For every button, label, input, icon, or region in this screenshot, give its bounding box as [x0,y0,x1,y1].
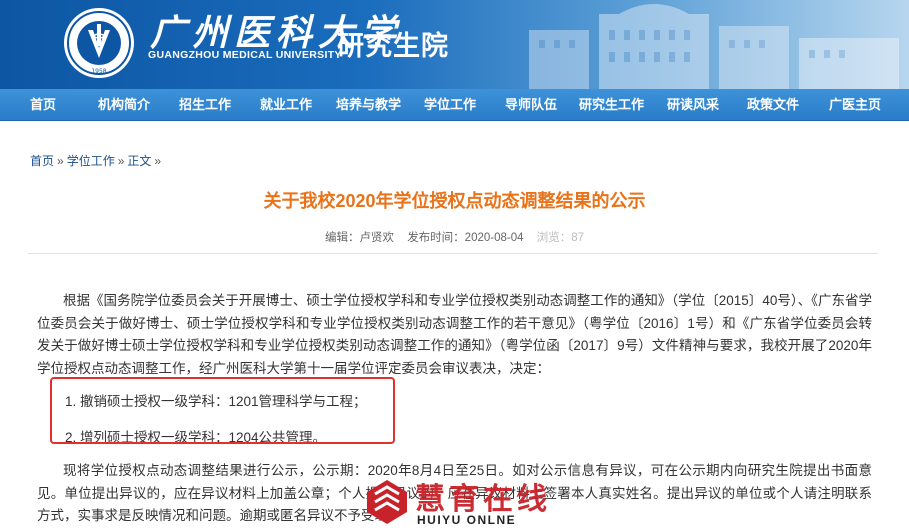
main-nav: 首页 机构简介 招生工作 就业工作 培养与教学 学位工作 导师队伍 研究生工作 … [0,89,909,121]
divider [28,253,878,254]
watermark-text-en: HUIYU ONLNE [417,513,517,527]
breadcrumb-current-link[interactable]: 正文 [127,154,151,168]
watermark-text-cn: 慧育在线 [415,483,551,516]
nav-item-supervisors[interactable]: 导师队伍 [505,89,557,121]
logo-year: 1958 [91,68,106,75]
breadcrumb-separator: » [57,154,64,168]
nav-item-policies[interactable]: 政策文件 [747,89,799,121]
breadcrumb-separator: » [117,154,125,168]
school-name: 研究生院 [337,31,449,61]
breadcrumb-section-link[interactable]: 学位工作 [67,154,115,168]
header-banner: 1958 广州医科大学 GUANGZHOU MEDICAL UNIVERSITY… [0,0,909,89]
nav-item-employment[interactable]: 就业工作 [260,89,312,121]
nav-item-degree[interactable]: 学位工作 [424,89,476,121]
university-name-en: GUANGZHOU MEDICAL UNIVERSITY [148,49,342,61]
breadcrumb-home-link[interactable]: 首页 [30,154,54,168]
nav-item-admission[interactable]: 招生工作 [179,89,231,121]
article-paragraph: 根据《国务院学位委员会关于开展博士、硕士学位授权学科和专业学位授权类别动态调整工… [37,293,872,376]
article-title: 关于我校2020年学位授权点动态调整结果的公示 [263,191,646,211]
article-date: 发布时间：2020-08-04 [407,232,524,244]
nav-item-gmu-home[interactable]: 广医主页 [829,89,881,121]
campus-buildings-image [529,4,899,89]
highlight-box [50,377,395,444]
breadcrumb: 首页» 学位工作» 正文» [30,152,164,169]
article-meta: 编辑：卢贤欢 发布时间：2020-08-04 浏览：87 [0,229,909,245]
nav-item-showcase[interactable]: 研读风采 [667,89,719,121]
nav-item-about[interactable]: 机构简介 [98,89,150,121]
watermark: 慧育在线 HUIYU ONLNE [365,474,565,531]
nav-item-training[interactable]: 培养与教学 [336,89,401,121]
article-editor: 编辑：卢贤欢 [324,232,394,244]
watermark-logo-icon [367,480,407,524]
nav-item-graduate-work[interactable]: 研究生工作 [579,89,644,121]
nav-item-home[interactable]: 首页 [30,89,56,121]
article-views: 浏览：87 [536,232,585,244]
breadcrumb-separator: » [154,154,162,168]
university-logo-emblem: 1958 [64,8,134,78]
